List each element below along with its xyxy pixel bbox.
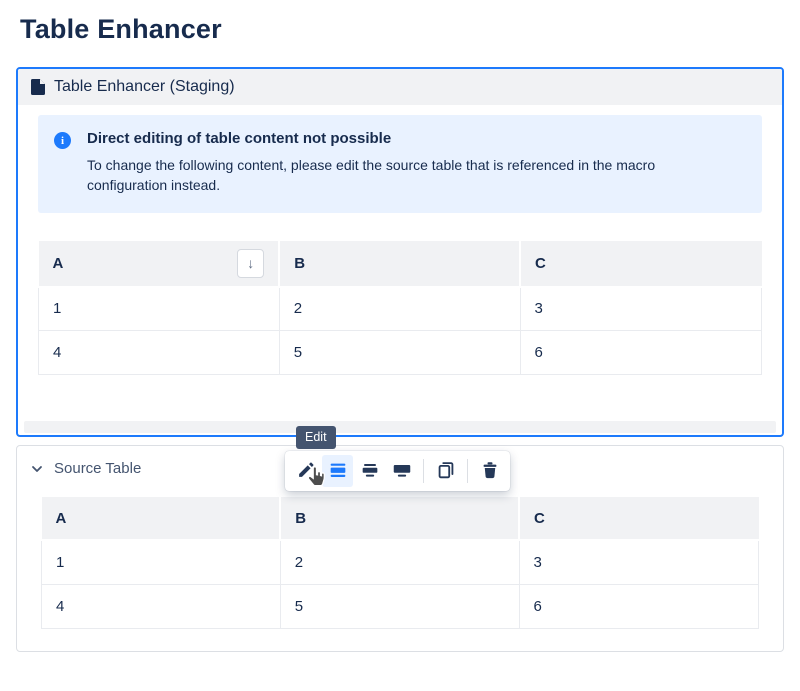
source-table-header-a: A: [42, 496, 281, 540]
table-cell: 3: [520, 287, 762, 331]
layout-default-button[interactable]: [322, 455, 353, 487]
info-banner-content: Direct editing of table content not poss…: [87, 130, 699, 196]
edit-button[interactable]: [290, 455, 321, 487]
table-row: 1 2 3: [42, 540, 759, 584]
info-icon: i: [54, 132, 71, 149]
page: Table Enhancer Table Enhancer (Staging) …: [0, 14, 800, 691]
layout-default-icon: [327, 459, 349, 484]
info-banner-body: To change the following content, please …: [87, 155, 699, 196]
table-cell: 1: [42, 540, 281, 584]
source-table-header-b: B: [280, 496, 519, 540]
table-cell: 6: [519, 584, 759, 628]
preview-table-header-b: B: [279, 240, 520, 287]
copy-icon: [435, 459, 457, 484]
table-cell: 1: [39, 287, 280, 331]
column-header-label: A: [53, 255, 64, 272]
floating-toolbar: [285, 451, 510, 491]
source-table: A B C 1 2 3 4 5 6: [41, 495, 759, 629]
trash-icon: [479, 459, 501, 484]
table-cell: 5: [280, 584, 519, 628]
table-row: 4 5 6: [42, 584, 759, 628]
table-row: 4 5 6: [39, 331, 762, 375]
source-table-title: Source Table: [54, 460, 141, 477]
panel-bottom-strip: [24, 421, 776, 433]
layout-center-icon: [359, 459, 381, 484]
chevron-down-icon: [31, 463, 43, 475]
table-row: 1 2 3: [39, 287, 762, 331]
table-cell: 3: [519, 540, 759, 584]
page-title: Table Enhancer: [20, 14, 800, 45]
preview-table-header-c: C: [520, 240, 762, 287]
table-cell: 5: [279, 331, 520, 375]
macro-panel: Table Enhancer (Staging) i Direct editin…: [16, 67, 784, 437]
info-banner: i Direct editing of table content not po…: [38, 115, 762, 213]
layout-full-width-icon: [391, 459, 413, 484]
table-cell: 2: [280, 540, 519, 584]
toolbar-divider: [423, 459, 424, 483]
preview-table-header-row: A ↓ B C: [39, 240, 762, 287]
document-icon: [31, 79, 45, 95]
edit-pencil-icon: [295, 459, 317, 484]
layout-center-button[interactable]: [354, 455, 385, 487]
macro-panel-header[interactable]: Table Enhancer (Staging): [18, 69, 782, 105]
toolbar-divider: [467, 459, 468, 483]
table-cell: 6: [520, 331, 762, 375]
sort-column-button[interactable]: ↓: [237, 249, 264, 278]
layout-full-width-button[interactable]: [386, 455, 417, 487]
table-cell: 4: [42, 584, 281, 628]
preview-table-header-a: A ↓: [39, 240, 280, 287]
table-cell: 4: [39, 331, 280, 375]
remove-button[interactable]: [474, 455, 505, 487]
preview-table: A ↓ B C 1 2 3 4: [38, 239, 762, 376]
copy-button[interactable]: [430, 455, 461, 487]
table-cell: 2: [279, 287, 520, 331]
info-banner-title: Direct editing of table content not poss…: [87, 130, 699, 147]
sort-arrow-icon: ↓: [247, 255, 254, 271]
source-table-header-c: C: [519, 496, 759, 540]
macro-panel-title: Table Enhancer (Staging): [54, 78, 235, 96]
source-table-header-row: A B C: [42, 496, 759, 540]
edit-tooltip: Edit: [296, 426, 336, 449]
